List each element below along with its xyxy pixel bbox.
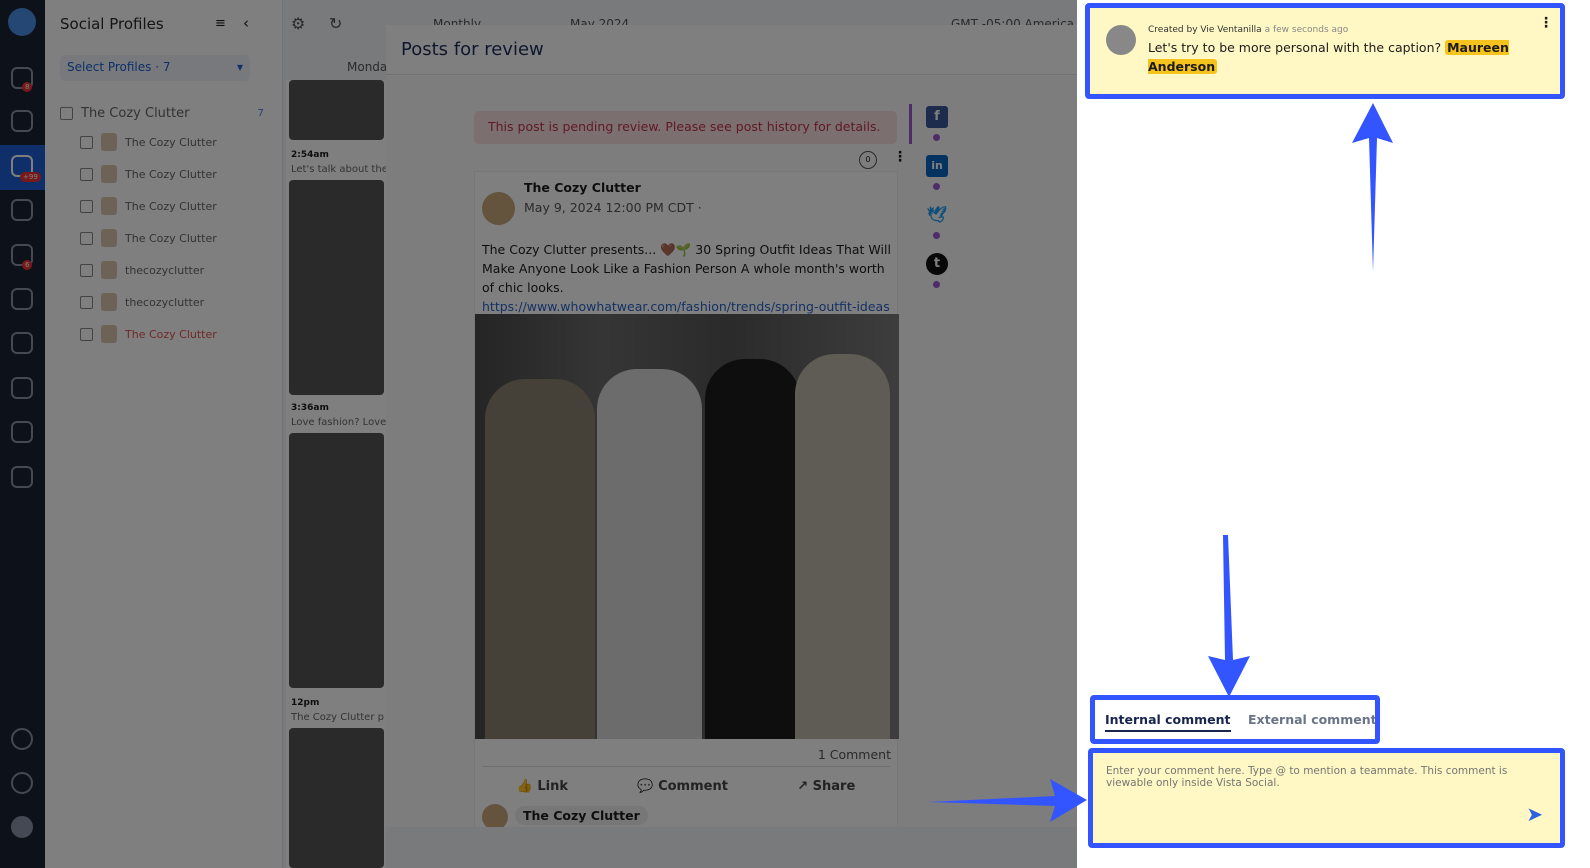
modal-backdrop[interactable] — [0, 0, 1077, 868]
highlight-box — [1090, 695, 1380, 744]
highlight-box — [1088, 748, 1565, 848]
highlight-box — [1085, 3, 1565, 99]
